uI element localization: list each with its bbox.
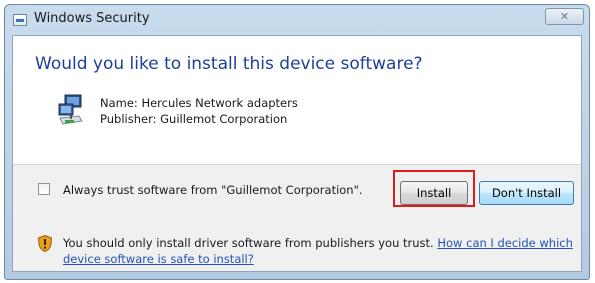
dialog-body: Would you like to install this device so… (12, 35, 582, 272)
security-window-icon (13, 14, 27, 26)
device-name: Name: Hercules Network adapters (100, 96, 298, 110)
window-title: Windows Security (34, 11, 150, 26)
security-dialog: Windows Security ✕ Would you like to ins… (4, 4, 590, 280)
install-button[interactable]: Install (400, 181, 468, 205)
trust-publisher-label[interactable]: Always trust software from "Guillemot Co… (63, 182, 363, 198)
device-publisher: Publisher: Guillemot Corporation (100, 112, 288, 126)
warning-text: You should only install driver software … (63, 236, 434, 250)
network-adapter-icon (58, 94, 83, 125)
warning-message: You should only install driver software … (63, 235, 583, 267)
shield-warning-icon (38, 235, 52, 252)
close-button[interactable]: ✕ (545, 8, 584, 25)
title-bar[interactable]: Windows Security ✕ (5, 5, 589, 35)
dialog-heading: Would you like to install this device so… (35, 54, 423, 74)
dialog-footer: Always trust software from "Guillemot Co… (13, 164, 581, 271)
device-info: Name: Hercules Network adapters Publishe… (100, 95, 298, 127)
dont-install-button[interactable]: Don't Install (479, 181, 574, 205)
trust-publisher-checkbox[interactable] (38, 183, 50, 195)
